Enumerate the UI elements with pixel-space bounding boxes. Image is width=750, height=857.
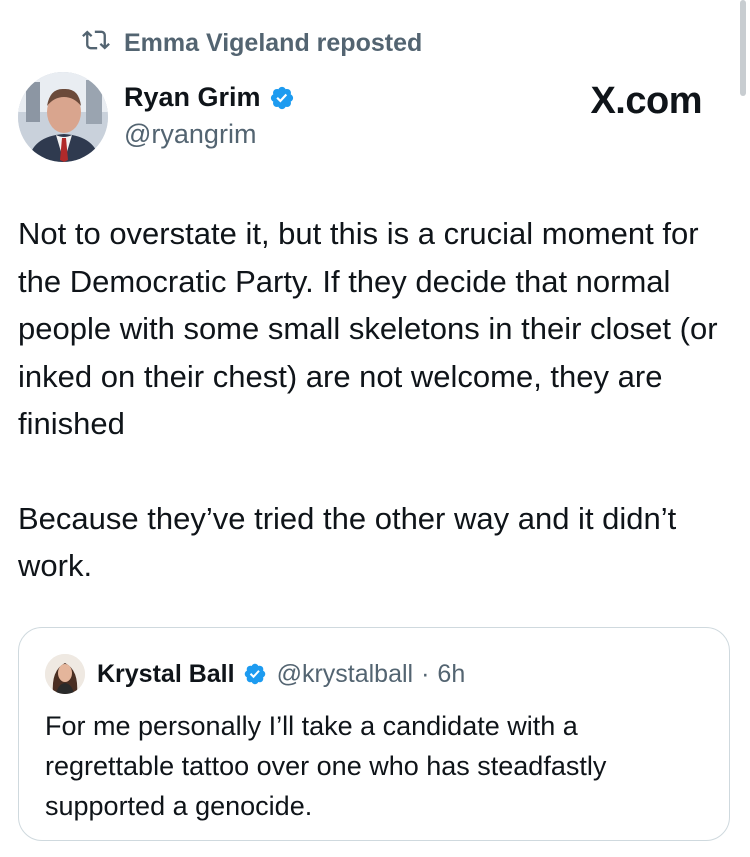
verified-badge-icon — [243, 662, 267, 686]
tweet-paragraph: Because they’ve tried the other way and … — [18, 500, 677, 584]
quote-author-name[interactable]: Krystal Ball — [97, 660, 235, 689]
repost-context[interactable]: Emma Vigeland reposted — [82, 26, 422, 61]
repost-label: Emma Vigeland reposted — [124, 29, 423, 57]
tweet-body: Not to overstate it, but this is a cruci… — [18, 210, 734, 590]
author-handle[interactable]: @ryangrim — [124, 119, 295, 150]
quoted-tweet-card[interactable]: Krystal Ball @krystalball · 6h For me pe… — [18, 627, 730, 841]
quote-timestamp[interactable]: 6h — [437, 660, 465, 689]
brand-watermark: X.com — [590, 80, 702, 122]
author-avatar[interactable] — [18, 72, 108, 162]
quote-author-handle[interactable]: @krystalball — [277, 660, 414, 689]
tweet-paragraph: Not to overstate it, but this is a cruci… — [18, 216, 718, 441]
repost-icon — [82, 26, 110, 61]
quote-body: For me personally I’ll take a candidate … — [45, 711, 607, 821]
quote-author-avatar[interactable] — [45, 654, 85, 694]
verified-badge-icon — [269, 85, 295, 111]
meta-separator: · — [421, 659, 430, 688]
scrollbar[interactable] — [740, 0, 746, 96]
author-name[interactable]: Ryan Grim — [124, 82, 261, 113]
